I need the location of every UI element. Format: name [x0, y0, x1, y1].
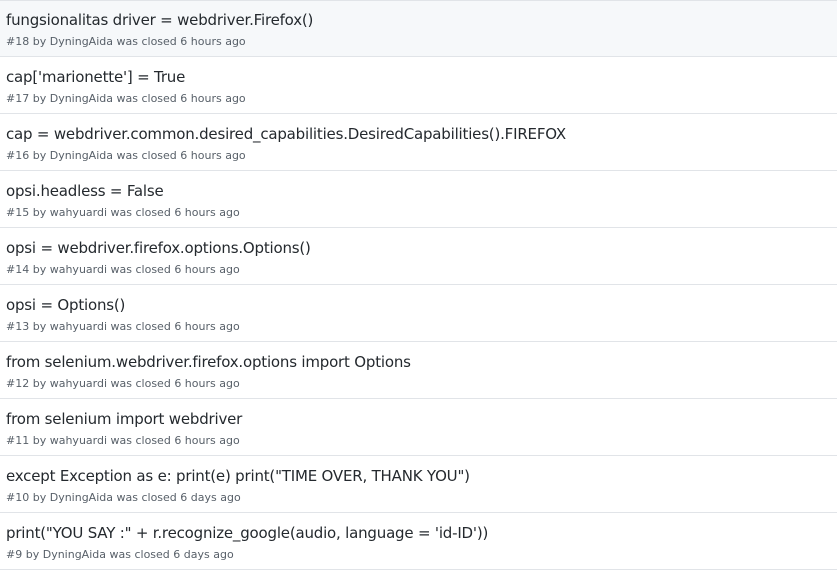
issue-author-link[interactable]: DyningAida [50, 149, 113, 162]
issue-time: 6 hours ago [180, 92, 246, 105]
issue-number: #17 [6, 92, 30, 105]
issue-row[interactable]: opsi.headless = False #15 by wahyuardi w… [0, 171, 837, 228]
issue-by: by [25, 548, 40, 561]
issue-status: was closed [116, 149, 177, 162]
issue-title-link[interactable]: except Exception as e: print(e) print("T… [6, 466, 837, 486]
issue-title-link[interactable]: from selenium.webdriver.firefox.options … [6, 352, 837, 372]
issue-time: 6 hours ago [174, 377, 240, 390]
issue-author-link[interactable]: wahyuardi [50, 377, 107, 390]
issue-status: was closed [110, 320, 171, 333]
issue-row[interactable]: opsi = Options() #13 by wahyuardi was cl… [0, 285, 837, 342]
issue-meta: #16 by DyningAida was closed 6 hours ago [6, 148, 837, 163]
issue-row[interactable]: cap = webdriver.common.desired_capabilit… [0, 114, 837, 171]
issue-time: 6 hours ago [174, 263, 240, 276]
issue-status: was closed [110, 434, 171, 447]
issue-time: 6 hours ago [174, 206, 240, 219]
issue-title-link[interactable]: fungsionalitas driver = webdriver.Firefo… [6, 10, 837, 30]
issue-row[interactable]: fungsionalitas driver = webdriver.Firefo… [0, 0, 837, 57]
issue-by: by [32, 491, 47, 504]
issue-row[interactable]: from selenium.webdriver.firefox.options … [0, 342, 837, 399]
issue-status: was closed [116, 35, 177, 48]
issue-row[interactable]: except Exception as e: print(e) print("T… [0, 456, 837, 513]
issue-time: 6 hours ago [174, 320, 240, 333]
issue-title-link[interactable]: opsi = webdriver.firefox.options.Options… [6, 238, 837, 258]
issue-author-link[interactable]: wahyuardi [50, 434, 107, 447]
issue-number: #12 [6, 377, 30, 390]
issue-meta: #9 by DyningAida was closed 6 days ago [6, 547, 837, 562]
issue-meta: #11 by wahyuardi was closed 6 hours ago [6, 433, 837, 448]
issue-title-link[interactable]: print("YOU SAY :" + r.recognize_google(a… [6, 523, 837, 543]
issue-meta: #12 by wahyuardi was closed 6 hours ago [6, 376, 837, 391]
issue-time: 6 hours ago [174, 434, 240, 447]
issue-row[interactable]: opsi = webdriver.firefox.options.Options… [0, 228, 837, 285]
issue-row[interactable]: cap['marionette'] = True #17 by DyningAi… [0, 57, 837, 114]
issue-author-link[interactable]: DyningAida [43, 548, 106, 561]
issue-meta: #17 by DyningAida was closed 6 hours ago [6, 91, 837, 106]
issue-number: #10 [6, 491, 30, 504]
issue-author-link[interactable]: wahyuardi [50, 320, 107, 333]
issue-by: by [32, 320, 47, 333]
issue-status: was closed [110, 206, 171, 219]
issue-author-link[interactable]: DyningAida [50, 35, 113, 48]
issue-by: by [32, 35, 47, 48]
issue-time: 6 hours ago [180, 149, 246, 162]
issue-number: #11 [6, 434, 30, 447]
issue-status: was closed [110, 263, 171, 276]
issue-by: by [32, 149, 47, 162]
issue-meta: #18 by DyningAida was closed 6 hours ago [6, 34, 837, 49]
issue-time: 6 days ago [180, 491, 241, 504]
issue-number: #9 [6, 548, 23, 561]
issue-author-link[interactable]: wahyuardi [50, 263, 107, 276]
issue-meta: #10 by DyningAida was closed 6 days ago [6, 490, 837, 505]
issue-time: 6 hours ago [180, 35, 246, 48]
issue-number: #15 [6, 206, 30, 219]
issue-title-link[interactable]: opsi.headless = False [6, 181, 837, 201]
issue-status: was closed [109, 548, 170, 561]
issue-by: by [32, 263, 47, 276]
issue-row[interactable]: print("YOU SAY :" + r.recognize_google(a… [0, 513, 837, 570]
issue-row[interactable]: from selenium import webdriver #11 by wa… [0, 399, 837, 456]
issue-title-link[interactable]: from selenium import webdriver [6, 409, 837, 429]
issue-status: was closed [116, 92, 177, 105]
issue-status: was closed [110, 377, 171, 390]
issue-number: #13 [6, 320, 30, 333]
issue-status: was closed [116, 491, 177, 504]
issue-number: #18 [6, 35, 30, 48]
issue-by: by [32, 92, 47, 105]
issue-title-link[interactable]: cap['marionette'] = True [6, 67, 837, 87]
issue-title-link[interactable]: opsi = Options() [6, 295, 837, 315]
issue-author-link[interactable]: DyningAida [50, 92, 113, 105]
issue-list: fungsionalitas driver = webdriver.Firefo… [0, 0, 837, 570]
issue-number: #14 [6, 263, 30, 276]
issue-meta: #14 by wahyuardi was closed 6 hours ago [6, 262, 837, 277]
issue-by: by [32, 434, 47, 447]
issue-time: 6 days ago [173, 548, 234, 561]
issue-meta: #13 by wahyuardi was closed 6 hours ago [6, 319, 837, 334]
issue-number: #16 [6, 149, 30, 162]
issue-author-link[interactable]: wahyuardi [50, 206, 107, 219]
issue-meta: #15 by wahyuardi was closed 6 hours ago [6, 205, 837, 220]
issue-by: by [32, 206, 47, 219]
issue-by: by [32, 377, 47, 390]
issue-title-link[interactable]: cap = webdriver.common.desired_capabilit… [6, 124, 837, 144]
issue-author-link[interactable]: DyningAida [50, 491, 113, 504]
